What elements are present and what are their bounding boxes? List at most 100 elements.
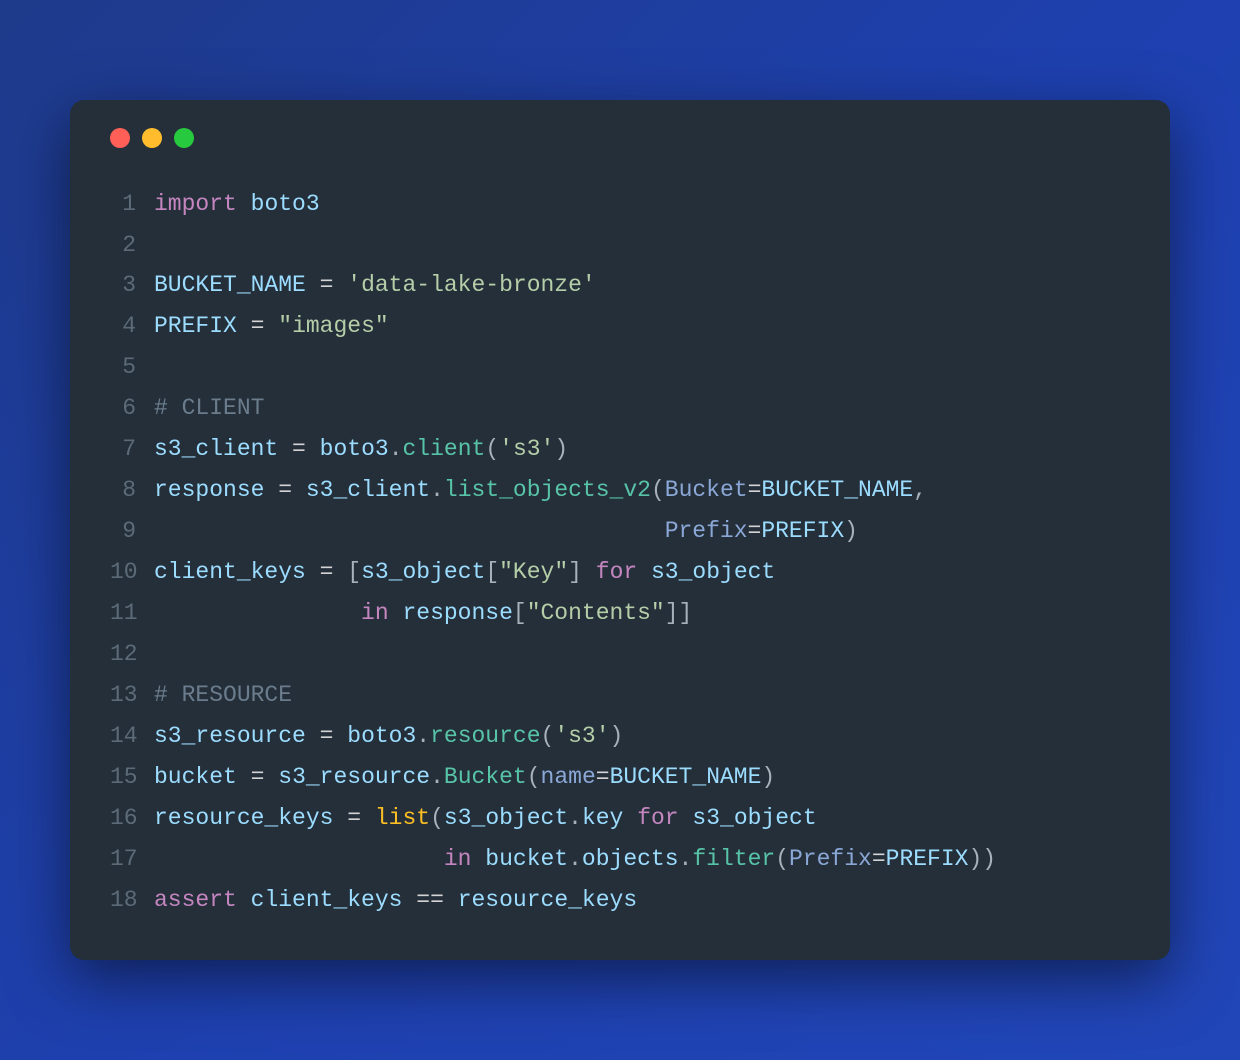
token-plain [582, 559, 596, 585]
token-plain [623, 805, 637, 831]
token-punct: ( [527, 764, 541, 790]
token-plain [306, 559, 320, 585]
line-number: 13 [110, 675, 154, 716]
token-param: Bucket [665, 477, 748, 503]
token-str: "images" [278, 313, 388, 339]
code-window: 1import boto32 3BUCKET_NAME = 'data-lake… [70, 100, 1170, 961]
token-kw: assert [154, 887, 237, 913]
token-punct: )) [968, 846, 996, 872]
token-kw: in [444, 846, 472, 872]
code-line: 5 [110, 347, 1130, 388]
token-punct: ) [610, 723, 624, 749]
minimize-icon[interactable] [142, 128, 162, 148]
code-line: 2 [110, 225, 1130, 266]
token-punct: [ [485, 559, 499, 585]
token-kw: for [596, 559, 637, 585]
token-punct: [ [347, 559, 361, 585]
token-punct: ]] [665, 600, 693, 626]
code-line: 9 Prefix=PREFIX) [110, 511, 1130, 552]
token-comment: # CLIENT [154, 395, 264, 421]
code-line: 4PREFIX = "images" [110, 306, 1130, 347]
token-op: = [596, 764, 610, 790]
token-kw: in [361, 600, 389, 626]
token-punct: . [416, 723, 430, 749]
code-line: 7s3_client = boto3.client('s3') [110, 429, 1130, 470]
token-punct: ( [430, 805, 444, 831]
line-number: 8 [110, 470, 154, 511]
line-content[interactable] [154, 634, 1130, 675]
token-plain [306, 436, 320, 462]
line-content[interactable]: resource_keys = list(s3_object.key for s… [154, 798, 1130, 839]
line-content[interactable]: Prefix=PREFIX) [154, 511, 1130, 552]
line-content[interactable]: in bucket.objects.filter(Prefix=PREFIX)) [154, 839, 1130, 880]
code-line: 14s3_resource = boto3.resource('s3') [110, 716, 1130, 757]
line-content[interactable]: assert client_keys == resource_keys [154, 880, 1130, 921]
token-op: = [748, 477, 762, 503]
line-number: 6 [110, 388, 154, 429]
token-punct: ) [554, 436, 568, 462]
token-func: list [375, 805, 430, 831]
token-plain [154, 846, 444, 872]
token-plain [237, 313, 251, 339]
token-punct: ] [568, 559, 582, 585]
line-content[interactable] [154, 225, 1130, 266]
token-attr: filter [692, 846, 775, 872]
code-line: 16resource_keys = list(s3_object.key for… [110, 798, 1130, 839]
line-number: 10 [110, 552, 154, 593]
token-var: client_keys [251, 887, 403, 913]
line-content[interactable]: # CLIENT [154, 388, 1130, 429]
close-icon[interactable] [110, 128, 130, 148]
token-kw: import [154, 191, 237, 217]
token-plain [637, 559, 651, 585]
line-content[interactable]: PREFIX = "images" [154, 306, 1130, 347]
token-plain [444, 887, 458, 913]
token-attr: client [403, 436, 486, 462]
token-var: s3_object [361, 559, 485, 585]
line-content[interactable]: s3_client = boto3.client('s3') [154, 429, 1130, 470]
token-punct: [ [513, 600, 527, 626]
token-op: = [872, 846, 886, 872]
token-plain [237, 191, 251, 217]
line-content[interactable]: s3_resource = boto3.resource('s3') [154, 716, 1130, 757]
token-var: PREFIX [886, 846, 969, 872]
line-number: 9 [110, 511, 154, 552]
line-content[interactable]: bucket = s3_resource.Bucket(name=BUCKET_… [154, 757, 1130, 798]
token-attr: Bucket [444, 764, 527, 790]
token-param: Prefix [789, 846, 872, 872]
line-content[interactable]: BUCKET_NAME = 'data-lake-bronze' [154, 265, 1130, 306]
zoom-icon[interactable] [174, 128, 194, 148]
token-op: = [278, 477, 292, 503]
token-var: key [582, 805, 623, 831]
line-content[interactable] [154, 347, 1130, 388]
line-content[interactable]: in response["Contents"]] [154, 593, 1130, 634]
line-number: 14 [110, 716, 154, 757]
token-op: = [320, 723, 334, 749]
code-line: 17 in bucket.objects.filter(Prefix=PREFI… [110, 839, 1130, 880]
token-plain [278, 436, 292, 462]
token-plain [237, 887, 251, 913]
line-content[interactable]: response = s3_client.list_objects_v2(Buc… [154, 470, 1130, 511]
line-number: 2 [110, 225, 154, 266]
token-var: s3_object [651, 559, 775, 585]
line-content[interactable]: # RESOURCE [154, 675, 1130, 716]
code-line: 10client_keys = [s3_object["Key"] for s3… [110, 552, 1130, 593]
code-line: 6# CLIENT [110, 388, 1130, 429]
token-punct: ) [844, 518, 858, 544]
token-var: BUCKET_NAME [154, 272, 306, 298]
code-area[interactable]: 1import boto32 3BUCKET_NAME = 'data-lake… [110, 184, 1130, 921]
token-plain [264, 477, 278, 503]
line-content[interactable]: client_keys = [s3_object["Key"] for s3_o… [154, 552, 1130, 593]
token-punct: . [679, 846, 693, 872]
token-var: PREFIX [761, 518, 844, 544]
token-plain [333, 723, 347, 749]
token-op: = [320, 559, 334, 585]
token-plain [679, 805, 693, 831]
token-var: boto3 [347, 723, 416, 749]
token-op: = [292, 436, 306, 462]
token-plain [402, 887, 416, 913]
token-var: resource_keys [154, 805, 333, 831]
line-number: 3 [110, 265, 154, 306]
token-plain [154, 518, 665, 544]
code-line: 3BUCKET_NAME = 'data-lake-bronze' [110, 265, 1130, 306]
line-content[interactable]: import boto3 [154, 184, 1130, 225]
